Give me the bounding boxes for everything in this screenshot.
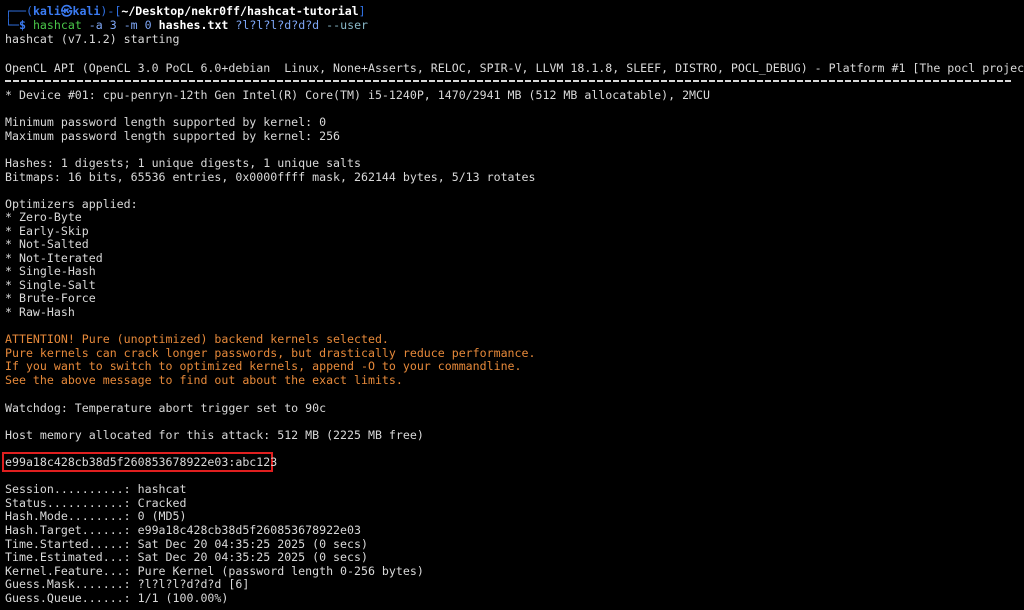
output-max-password: Maximum password length supported by ker… (5, 129, 341, 143)
status-line: Guess.Mask.......: ?l?l?l?d?d?d [6] (5, 577, 250, 591)
attention-line: If you want to switch to optimized kerne… (5, 359, 522, 373)
command-program: hashcat (32, 18, 82, 32)
prompt-cwd: ~/Desktop/nekr0ff/hashcat-tutorial (121, 4, 359, 18)
terminal-window[interactable]: ┌──(kali㉿kali)-[~/Desktop/nekr0ff/hashca… (0, 0, 1024, 610)
prompt-symbol: $ (18, 18, 26, 32)
separator-rule (5, 80, 1011, 82)
status-line: Hash.Mode........: 0 (MD5) (5, 509, 187, 523)
prompt-close-bracket: ] (358, 4, 366, 18)
prompt-at-symbol: ㉿ (60, 4, 73, 18)
command-file: hashes.txt (158, 18, 229, 32)
output-host-memory: Host memory allocated for this attack: 5… (5, 428, 424, 442)
output-optimizers-title: Optimizers applied: (5, 197, 138, 211)
status-line: Kernel.Feature...: Pure Kernel (password… (5, 564, 424, 578)
output-device: * Device #01: cpu-penryn-12th Gen Intel(… (5, 88, 710, 102)
command-args: -a 3 -m 0 (88, 18, 152, 32)
optimizer-item: * Single-Salt (5, 278, 96, 292)
prompt-line: ┌──(kali㉿kali)-[~/Desktop/nekr0ff/hashca… (5, 4, 366, 18)
command-flag: --user (326, 18, 369, 32)
status-line: Session..........: hashcat (5, 482, 187, 496)
prompt-corner-bottom: └─ (5, 18, 19, 32)
attention-line: See the above message to find out about … (5, 373, 403, 387)
optimizer-item: * Single-Hash (5, 264, 96, 278)
output-min-password: Minimum password length supported by ker… (5, 115, 327, 129)
cracked-hash-result: e99a18c428cb38d5f260853678922e03:abc123 (5, 455, 278, 469)
output-opencl: OpenCL API (OpenCL 3.0 PoCL 6.0+debian L… (5, 61, 1024, 75)
optimizer-item: * Not-Iterated (5, 251, 103, 265)
status-line: Time.Started.....: Sat Dec 20 04:35:25 2… (5, 537, 368, 551)
prompt-open-paren: ( (25, 4, 33, 18)
output-watchdog: Watchdog: Temperature abort trigger set … (5, 401, 327, 415)
optimizer-item: * Brute-Force (5, 291, 96, 305)
command-line: └─$ hashcat -a 3 -m 0 hashes.txt ?l?l?l?… (5, 18, 368, 32)
prompt-user: kali (32, 4, 61, 18)
attention-line: Pure kernels can crack longer passwords,… (5, 346, 536, 360)
optimizer-item: * Raw-Hash (5, 305, 75, 319)
output-bitmaps: Bitmaps: 16 bits, 65536 entries, 0x0000f… (5, 170, 536, 184)
prompt-corner-top: ┌── (5, 4, 26, 18)
command-mask: ?l?l?l?d?d?d (235, 18, 320, 32)
status-line: Status...........: Cracked (5, 496, 187, 510)
prompt-host: kali (72, 4, 101, 18)
optimizer-item: * Zero-Byte (5, 210, 82, 224)
optimizer-item: * Early-Skip (5, 224, 89, 238)
status-line: Time.Estimated...: Sat Dec 20 04:35:25 2… (5, 550, 368, 564)
attention-line: ATTENTION! Pure (unoptimized) backend ke… (5, 332, 389, 346)
status-line: Hash.Target......: e99a18c428cb38d5f2608… (5, 523, 361, 537)
output-hashes: Hashes: 1 digests; 1 unique digests, 1 u… (5, 156, 361, 170)
optimizer-item: * Not-Salted (5, 237, 89, 251)
status-line: Guess.Queue......: 1/1 (100.00%) (5, 591, 229, 605)
output-starting: hashcat (v7.1.2) starting (5, 32, 180, 46)
